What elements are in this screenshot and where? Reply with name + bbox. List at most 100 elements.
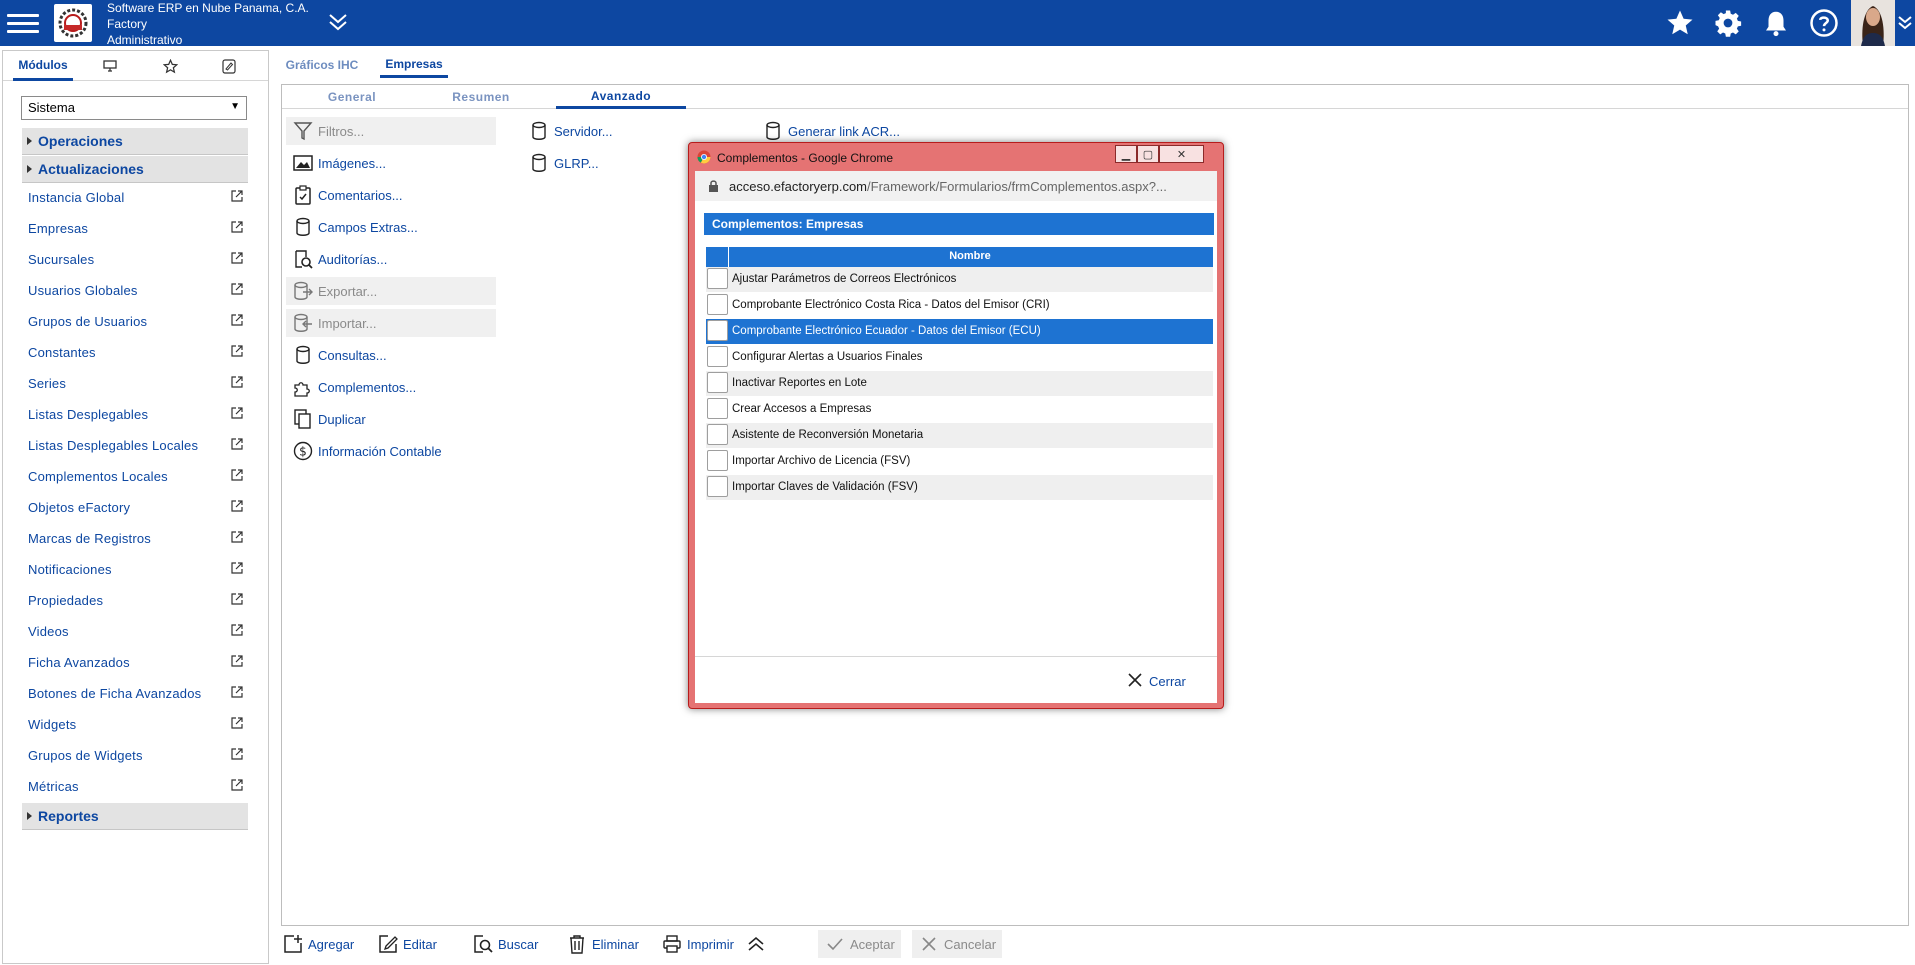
subtab-avanzado[interactable]: Avanzado [556,85,686,109]
action-campos-extras[interactable]: Campos Extras... [286,213,496,241]
external-link-icon[interactable] [230,748,243,764]
menu-item-notificaciones[interactable]: Notificaciones [28,562,243,582]
external-link-icon[interactable] [230,469,243,485]
menu-item-complementos-locales[interactable]: Complementos Locales [28,469,243,489]
user-avatar[interactable] [1851,0,1895,46]
action-generar-link-acr[interactable]: Generar link ACR... [756,117,926,145]
row-checkbox[interactable] [707,424,728,445]
action-informacion-contable[interactable]: $ Información Contable [286,437,496,465]
external-link-icon[interactable] [230,624,243,640]
tab-empresas[interactable]: Empresas [380,52,448,78]
section-actualizaciones[interactable]: Actualizaciones [22,156,248,183]
dialog-titlebar[interactable]: Complementos - Google Chrome ▁ ▢ ✕ [689,143,1223,171]
row-checkbox[interactable] [707,268,728,289]
star-icon[interactable] [1665,8,1695,38]
editar-button[interactable]: Editar [377,930,437,958]
menu-item-empresas[interactable]: Empresas [28,221,243,241]
row-checkbox[interactable] [707,476,728,497]
agregar-button[interactable]: Agregar [282,930,354,958]
external-link-icon[interactable] [230,717,243,733]
menu-item-propiedades[interactable]: Propiedades [28,593,243,613]
company-info[interactable]: Software ERP en Nube Panama, C.A. Factor… [107,0,309,48]
company-logo[interactable] [54,4,92,42]
action-filtros[interactable]: Filtros... [286,117,496,145]
row-checkbox[interactable] [707,320,728,341]
expand-chevron-icon[interactable] [327,12,349,37]
cancelar-button[interactable]: Cancelar [912,930,1003,958]
imprimir-button[interactable]: Imprimir [661,930,734,958]
action-duplicar[interactable]: Duplicar [286,405,496,433]
external-link-icon[interactable] [230,283,243,299]
external-link-icon[interactable] [230,562,243,578]
menu-item-widgets[interactable]: Widgets [28,717,243,737]
external-link-icon[interactable] [230,376,243,392]
row-checkbox[interactable] [707,372,728,393]
external-link-icon[interactable] [230,655,243,671]
menu-item-series[interactable]: Series [28,376,243,396]
window-close-button[interactable]: ✕ [1159,145,1204,163]
menu-item-instancia-global[interactable]: Instancia Global [28,190,243,210]
menu-item-grupos-de-usuarios[interactable]: Grupos de Usuarios [28,314,243,334]
menu-item-grupos-de-widgets[interactable]: Grupos de Widgets [28,748,243,768]
menu-item-listas-desplegables-locales[interactable]: Listas Desplegables Locales [28,438,243,458]
help-icon[interactable] [1809,8,1839,38]
row-checkbox[interactable] [707,398,728,419]
tab-modulos[interactable]: Módulos [13,51,73,81]
minimize-button[interactable]: ▁ [1115,145,1137,163]
subtab-resumen[interactable]: Resumen [436,85,526,109]
external-link-icon[interactable] [230,593,243,609]
menu-item-botones-de-ficha-avanzados[interactable]: Botones de Ficha Avanzados [28,686,243,706]
address-bar[interactable]: acceso.efactoryerp.com/Framework/Formula… [695,171,1217,201]
select-all-cell[interactable] [706,247,729,267]
action-complementos[interactable]: Complementos... [286,373,496,401]
bell-icon[interactable] [1761,8,1791,38]
external-link-icon[interactable] [230,779,243,795]
action-auditorias[interactable]: Auditorías... [286,245,496,273]
module-select[interactable]: Sistema ▼ [21,96,247,120]
cerrar-button[interactable]: Cerrar [1127,672,1186,691]
monitor-icon[interactable] [95,51,125,81]
menu-icon[interactable] [7,9,39,37]
external-link-icon[interactable] [230,190,243,206]
action-comentarios[interactable]: Comentarios... [286,181,496,209]
row-checkbox[interactable] [707,450,728,471]
table-row[interactable]: Importar Claves de Validación (FSV) [706,475,1213,500]
table-row[interactable]: Asistente de Reconversión Monetaria [706,423,1213,448]
action-importar[interactable]: Importar... [286,309,496,337]
external-link-icon[interactable] [230,345,243,361]
subtab-general[interactable]: General [307,85,397,109]
row-checkbox[interactable] [707,294,728,315]
table-row[interactable]: Configurar Alertas a Usuarios Finales [706,345,1213,370]
tab-graficos-ihc[interactable]: Gráficos IHC [278,52,366,78]
external-link-icon[interactable] [230,221,243,237]
table-row[interactable]: Crear Accesos a Empresas [706,397,1213,422]
action-glrp[interactable]: GLRP... [522,149,662,177]
external-link-icon[interactable] [230,686,243,702]
gear-icon[interactable] [1713,8,1743,38]
aceptar-button[interactable]: Aceptar [818,930,901,958]
menu-item-ficha-avanzados[interactable]: Ficha Avanzados [28,655,243,675]
external-link-icon[interactable] [230,407,243,423]
buscar-button[interactable]: Buscar [472,930,538,958]
action-servidor[interactable]: Servidor... [522,117,662,145]
menu-item-sucursales[interactable]: Sucursales [28,252,243,272]
column-nombre[interactable]: Nombre [730,250,1210,262]
notes-icon[interactable] [214,51,244,81]
menu-item-constantes[interactable]: Constantes [28,345,243,365]
section-operaciones[interactable]: Operaciones [22,128,248,155]
action-exportar[interactable]: Exportar... [286,277,496,305]
menu-item-metricas[interactable]: Métricas [28,779,243,799]
table-row[interactable]: Ajustar Parámetros de Correos Electrónic… [706,267,1213,292]
table-row[interactable]: Importar Archivo de Licencia (FSV) [706,449,1213,474]
external-link-icon[interactable] [230,500,243,516]
external-link-icon[interactable] [230,314,243,330]
external-link-icon[interactable] [230,531,243,547]
favorites-star-icon[interactable] [155,51,185,81]
section-reportes[interactable]: Reportes [22,803,248,830]
menu-item-marcas-de-registros[interactable]: Marcas de Registros [28,531,243,551]
eliminar-button[interactable]: Eliminar [566,930,639,958]
collapse-toolbar-icon[interactable] [746,930,766,958]
external-link-icon[interactable] [230,252,243,268]
table-row[interactable]: Comprobante Electrónico Costa Rica - Dat… [706,293,1213,318]
menu-item-videos[interactable]: Videos [28,624,243,644]
